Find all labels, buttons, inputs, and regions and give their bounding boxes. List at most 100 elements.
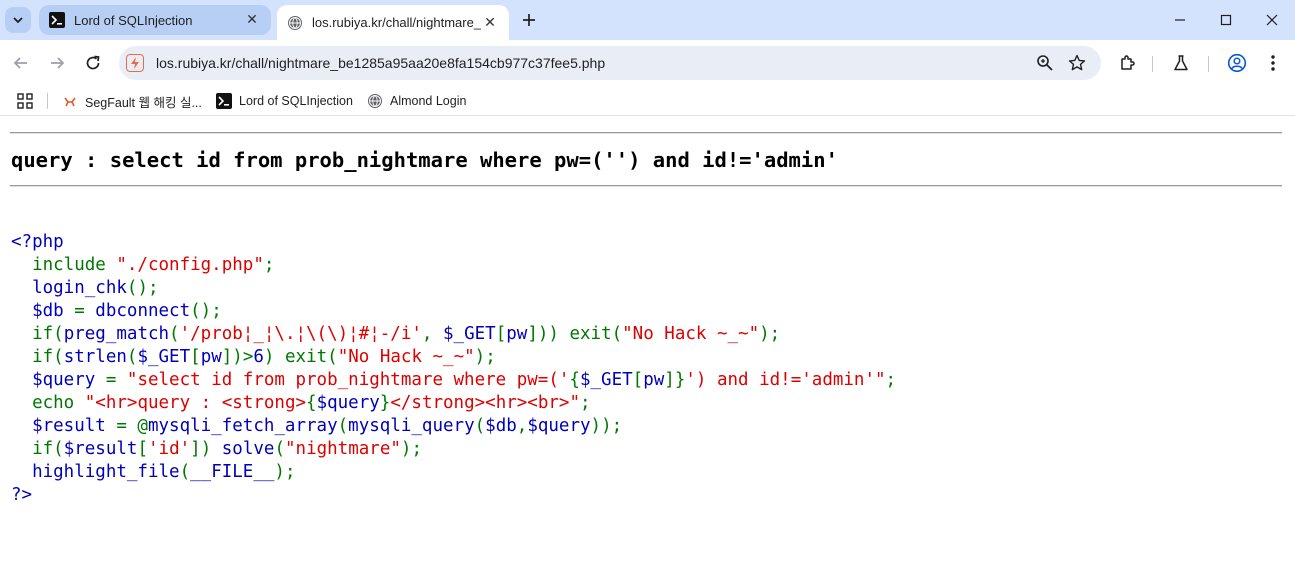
- reload-icon: [86, 55, 100, 70]
- code-token: = @: [116, 416, 148, 436]
- code-token: =: [105, 370, 127, 390]
- php-source-code: <?php include "./config.php"; login_chk (…: [11, 231, 896, 507]
- code-token: );: [274, 462, 296, 482]
- code-token: ') and id!='admin'": [685, 370, 886, 390]
- page-content: query : select id from prob_nightmare wh…: [0, 117, 1295, 571]
- extensions-icon[interactable]: [1117, 52, 1139, 74]
- code-token: [: [190, 347, 201, 367]
- code-token: highlight_file: [11, 462, 180, 482]
- tab-search-button[interactable]: [5, 7, 31, 33]
- profile-avatar-icon[interactable]: [1226, 52, 1248, 74]
- code-line: if(preg_match('/prob¦_¦\.¦\(\)¦#¦-/i', $…: [11, 323, 896, 346]
- code-token: '/prob¦_¦\.¦\(\)¦#¦-/i': [179, 324, 422, 344]
- close-icon: [1266, 14, 1278, 26]
- code-token: );: [474, 347, 496, 367]
- maximize-icon: [1220, 14, 1232, 26]
- code-token: );: [759, 324, 781, 344]
- code-token: $query: [527, 416, 591, 436]
- code-token: ;: [263, 255, 275, 275]
- bookmark-label: Lord of SQLInjection: [239, 94, 353, 108]
- close-window-button[interactable]: [1249, 0, 1295, 40]
- code-token: pw: [506, 324, 528, 344]
- code-token: pw: [200, 347, 222, 367]
- forward-button[interactable]: [44, 50, 70, 76]
- code-token: "No Hack ~_~": [337, 347, 475, 367]
- tab-title: Lord of SQLInjection: [74, 12, 193, 28]
- code-token: (: [126, 347, 138, 367]
- code-token: "./config.php": [116, 255, 264, 275]
- code-line: if($result['id']) solve("nightmare");: [11, 438, 896, 461]
- code-token: {: [306, 393, 317, 413]
- code-line: $db = dbconnect();: [11, 300, 896, 323]
- code-token: if(: [11, 324, 64, 344]
- code-token: ])>: [221, 347, 254, 367]
- tab-nightmare[interactable]: los.rubiya.kr/chall/nightmare_b ✕: [277, 5, 509, 40]
- plus-icon: [523, 14, 535, 26]
- code-token: echo: [11, 393, 85, 413]
- code-token: [: [137, 439, 148, 459]
- code-token: 6: [253, 347, 264, 367]
- minimize-button[interactable]: [1157, 0, 1203, 40]
- bookmark-star-icon[interactable]: [1067, 53, 1087, 73]
- code-token: pw: [643, 370, 665, 390]
- new-tab-button[interactable]: [518, 9, 540, 31]
- code-token: $result: [63, 439, 138, 459]
- zoom-icon[interactable]: [1035, 53, 1055, 73]
- tab-title: los.rubiya.kr/chall/nightmare_b: [312, 15, 481, 30]
- bookmark-segfault[interactable]: SegFault 웹 해킹 실...: [62, 91, 202, 111]
- toolbar-divider: [1152, 56, 1153, 72]
- code-token: (: [274, 439, 285, 459]
- code-token: ));: [590, 416, 623, 436]
- apps-grid-button[interactable]: [17, 91, 33, 111]
- code-line: include "./config.php";: [11, 254, 896, 277]
- code-token: ]): [190, 439, 222, 459]
- url-text[interactable]: los.rubiya.kr/chall/nightmare_be1285a95a…: [156, 55, 605, 71]
- reload-button[interactable]: [80, 50, 106, 76]
- apps-grid-icon: [17, 93, 33, 109]
- code-line: <?php: [11, 231, 896, 254]
- code-token: ]}: [664, 370, 686, 390]
- menu-kebab-icon[interactable]: [1262, 52, 1284, 74]
- address-bar[interactable]: los.rubiya.kr/chall/nightmare_be1285a95a…: [119, 46, 1101, 80]
- horizontal-rule: [10, 132, 1282, 134]
- close-icon[interactable]: ✕: [481, 14, 499, 32]
- code-token: ,: [516, 416, 528, 436]
- code-token: =: [74, 301, 96, 321]
- horizontal-rule: [10, 185, 1282, 187]
- toolbar-divider: [1208, 56, 1209, 72]
- code-line: if(strlen($_GET[pw])>6) exit("No Hack ~_…: [11, 346, 896, 369]
- code-token: ) exit(: [263, 347, 338, 367]
- code-token: ,: [421, 324, 443, 344]
- terminal-icon: [49, 12, 65, 28]
- close-icon[interactable]: ✕: [243, 11, 261, 29]
- labs-flask-icon[interactable]: [1170, 52, 1192, 74]
- code-token: (: [474, 416, 486, 436]
- code-token: ])) exit(: [527, 324, 623, 344]
- bookmarks-bar: SegFault 웹 해킹 실... Lord of SQLInjection …: [0, 86, 1295, 116]
- code-token: $result: [11, 416, 117, 436]
- code-token: if(: [11, 439, 64, 459]
- bookmark-almond-login[interactable]: Almond Login: [367, 91, 466, 111]
- back-button[interactable]: [8, 50, 34, 76]
- bookmark-lord-of-sqlinjection[interactable]: Lord of SQLInjection: [216, 91, 353, 111]
- site-info-icon[interactable]: [126, 54, 144, 72]
- tab-lord-of-sqlinjection[interactable]: Lord of SQLInjection ✕: [39, 5, 271, 35]
- code-token: $_GET: [443, 324, 496, 344]
- query-heading: query : select id from prob_nightmare wh…: [11, 148, 838, 172]
- code-token: $_GET: [137, 347, 191, 367]
- code-token: </strong><hr><br>": [390, 393, 580, 413]
- code-token: login_chk: [11, 278, 127, 298]
- code-token: solve: [221, 439, 275, 459]
- arrow-right-icon: [51, 57, 65, 69]
- code-token: $db: [485, 416, 517, 436]
- bookmark-label: Almond Login: [390, 94, 467, 108]
- maximize-button[interactable]: [1203, 0, 1249, 40]
- code-line: $result = @mysqli_fetch_array(mysqli_que…: [11, 415, 896, 438]
- code-token: 'id': [148, 439, 191, 459]
- globe-icon: [367, 93, 383, 109]
- code-token: $db: [11, 301, 75, 321]
- code-token: $query: [316, 393, 380, 413]
- globe-icon: [287, 15, 303, 31]
- code-token: ;: [580, 393, 591, 413]
- code-token: (: [337, 416, 349, 436]
